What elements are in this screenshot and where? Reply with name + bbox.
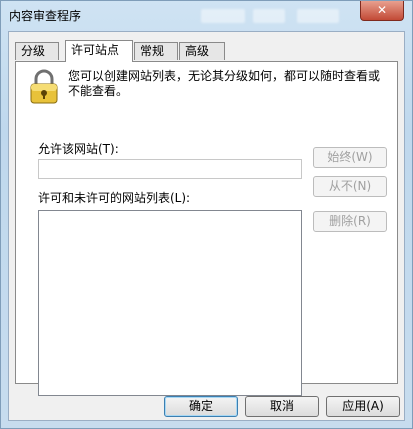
allow-site-input[interactable] [38,159,302,179]
tab-general[interactable]: 常规 [134,42,178,60]
site-list-label: 许可和未许可的网站列表(L): [38,191,191,205]
tab-advanced[interactable]: 高级 [179,42,225,60]
always-button[interactable]: 始终(W) [313,147,387,168]
lock-icon [30,69,58,104]
background-blur [253,9,285,23]
never-button[interactable]: 从不(N) [313,176,387,197]
close-button[interactable]: ✕ [360,1,404,21]
tab-approved-sites[interactable]: 许可站点 [65,40,133,62]
title-bar[interactable]: 内容审查程序 ✕ [1,1,412,31]
window-title: 内容审查程序 [9,9,82,23]
dialog-body: 分级 许可站点 常规 高级 您可以创建网站列表，无论其分级如何，都可以随时查看或… [8,31,405,421]
apply-button[interactable]: 应用(A) [326,396,400,417]
remove-button[interactable]: 删除(R) [313,211,387,232]
background-blur [201,9,245,23]
panel-description: 您可以创建网站列表，无论其分级如何，都可以随时查看或不能查看。 [68,69,381,98]
background-blur [297,9,339,23]
site-list[interactable] [38,210,302,396]
cancel-button[interactable]: 取消 [245,396,319,417]
tab-ratings[interactable]: 分级 [15,42,59,60]
allow-site-label: 允许该网站(T): [38,142,119,156]
content-advisor-window: 内容审查程序 ✕ 分级 许可站点 常规 高级 您可以创建网站列表，无论其分级如何… [0,0,413,429]
ok-button[interactable]: 确定 [164,396,238,417]
approved-sites-panel: 您可以创建网站列表，无论其分级如何，都可以随时查看或不能查看。 允许该网站(T)… [15,61,398,396]
